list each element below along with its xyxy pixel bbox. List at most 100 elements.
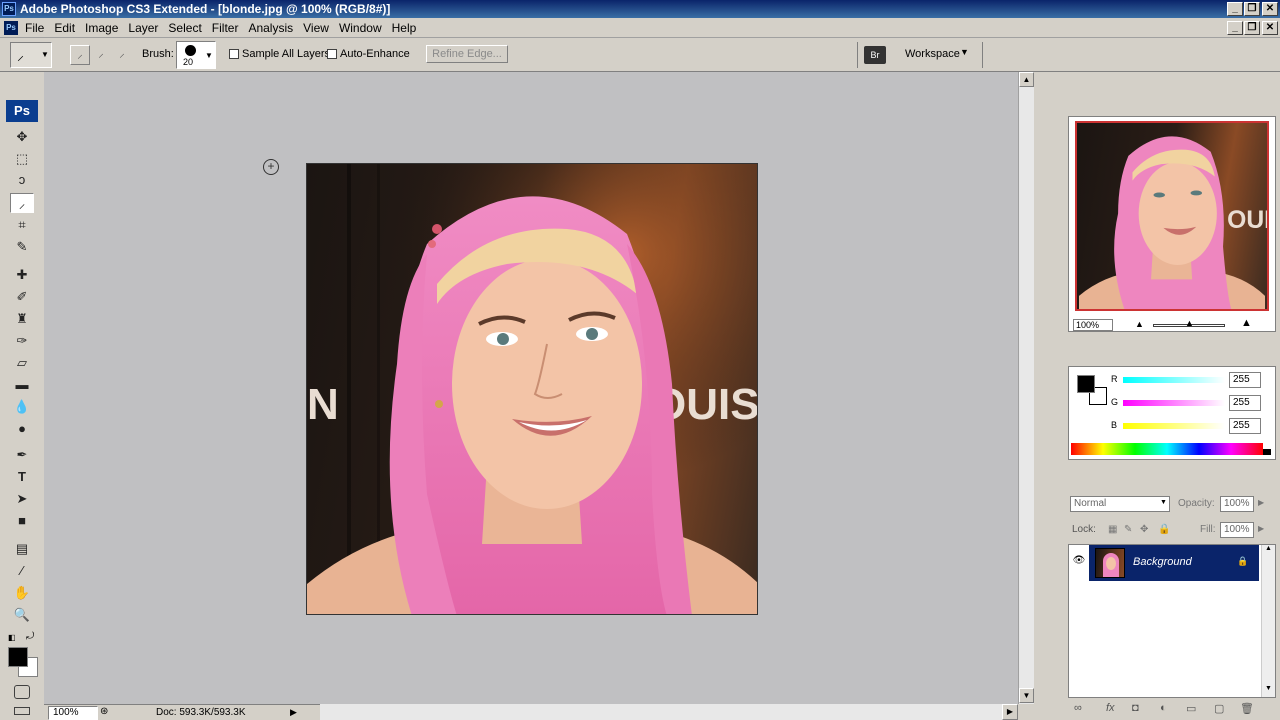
tool-preset-picker[interactable]: ⸝ ▼ — [10, 42, 52, 68]
zoom-slider-handle[interactable]: ▲ — [1185, 318, 1194, 328]
blur-tool-icon[interactable]: 💧 — [10, 397, 34, 417]
fill-arrow-icon[interactable]: ▶ — [1258, 524, 1264, 533]
foreground-color-swatch[interactable] — [8, 647, 28, 667]
layers-scrollbar[interactable]: ▲ ▼ — [1261, 545, 1275, 697]
bw-ramp[interactable] — [1263, 443, 1271, 455]
workspace-button[interactable]: Workspace — [905, 48, 960, 60]
document-image[interactable]: N OUIS — [306, 163, 758, 615]
quick-mask-icon[interactable] — [14, 685, 30, 699]
minimize-icon[interactable]: _ — [1227, 2, 1243, 16]
sample-all-layers-checkbox[interactable] — [229, 49, 239, 59]
options-divider — [982, 42, 983, 68]
slice-tool-icon[interactable]: ✎ — [10, 237, 34, 257]
crop-tool-icon[interactable]: ⌗ — [10, 215, 34, 235]
layer-row-background[interactable]: Background 🔒 — [1089, 545, 1259, 581]
r-slider[interactable] — [1123, 377, 1225, 383]
status-arrow-icon[interactable]: ▶ — [290, 707, 297, 718]
layer-style-icon[interactable]: fx — [1106, 702, 1115, 714]
subtract-from-selection-icon[interactable]: ⸝ — [112, 45, 132, 65]
path-selection-icon[interactable]: ➤ — [10, 489, 34, 509]
lock-position-icon[interactable]: ✥ — [1140, 524, 1148, 535]
eraser-tool-icon[interactable]: ▱ — [10, 353, 34, 373]
menu-window[interactable]: Window — [334, 18, 387, 38]
horizontal-scrollbar[interactable]: ▶ — [320, 704, 1018, 720]
history-brush-icon[interactable]: ✑ — [10, 331, 34, 351]
lock-transparency-icon[interactable]: ▦ — [1108, 524, 1117, 535]
pen-tool-icon[interactable]: ✒ — [10, 445, 34, 465]
eye-icon[interactable]: 👁 — [1071, 555, 1087, 569]
marquee-tool-icon[interactable]: ⬚ — [10, 149, 34, 169]
scroll-right-icon[interactable]: ▶ — [1002, 704, 1018, 720]
menu-filter[interactable]: Filter — [207, 18, 244, 38]
healing-brush-icon[interactable]: ✚ — [10, 265, 34, 285]
scroll-down-icon[interactable]: ▼ — [1019, 688, 1034, 703]
swap-colors-icon[interactable]: ⤾ — [26, 631, 34, 642]
type-tool-icon[interactable]: T — [10, 467, 34, 487]
move-tool-icon[interactable]: ✥ — [10, 127, 34, 147]
maximize-icon[interactable]: ❐ — [1244, 2, 1260, 16]
dodge-tool-icon[interactable]: ● — [10, 419, 34, 439]
new-selection-icon[interactable]: ⸝ — [70, 45, 90, 65]
default-colors-icon[interactable]: ◧ — [8, 633, 16, 642]
doc-restore-icon[interactable]: ❐ — [1244, 21, 1260, 35]
opacity-field[interactable]: 100% — [1220, 496, 1254, 512]
g-slider[interactable] — [1123, 400, 1225, 406]
doc-minimize-icon[interactable]: _ — [1227, 21, 1243, 35]
opacity-arrow-icon[interactable]: ▶ — [1258, 498, 1264, 507]
brush-picker[interactable]: 20 ▼ — [176, 41, 216, 69]
navigator-thumbnail[interactable]: OUI — [1075, 121, 1269, 311]
notes-tool-icon[interactable]: ▤ — [10, 539, 34, 559]
delete-layer-icon[interactable]: 🗑 — [1240, 702, 1254, 715]
zoom-tool-icon[interactable]: 🔍 — [10, 605, 34, 625]
gradient-tool-icon[interactable]: ▬ — [10, 375, 34, 395]
navigator-zoom[interactable]: 100% — [1073, 319, 1113, 331]
bridge-icon[interactable]: Br — [864, 46, 886, 64]
vertical-scrollbar[interactable]: ▲ ▼ — [1018, 72, 1034, 704]
r-value[interactable]: 255 — [1229, 372, 1261, 388]
lasso-tool-icon[interactable]: ↄ — [10, 170, 34, 190]
menu-file[interactable]: File — [20, 18, 49, 38]
scroll-down-icon[interactable]: ▼ — [1265, 685, 1272, 692]
menu-view[interactable]: View — [298, 18, 334, 38]
new-group-icon[interactable]: ▭ — [1186, 702, 1196, 715]
photoshop-app-icon[interactable]: Ps — [2, 2, 16, 16]
zoom-field[interactable]: 100% — [48, 706, 98, 720]
new-layer-icon[interactable]: ▢ — [1214, 702, 1224, 715]
menu-layer[interactable]: Layer — [123, 18, 163, 38]
menu-image[interactable]: Image — [80, 18, 123, 38]
doc-close-icon[interactable]: ✕ — [1262, 21, 1278, 35]
menu-help[interactable]: Help — [387, 18, 422, 38]
b-slider[interactable] — [1123, 423, 1225, 429]
fill-field[interactable]: 100% — [1220, 522, 1254, 538]
adjustment-layer-icon[interactable]: ◐ — [1160, 702, 1167, 714]
menu-analysis[interactable]: Analysis — [243, 18, 298, 38]
quick-selection-tool-icon[interactable]: ⸝ — [10, 193, 34, 213]
lock-all-icon[interactable]: 🔒 — [1158, 524, 1170, 535]
add-to-selection-icon[interactable]: ⸝ — [91, 45, 111, 65]
add-mask-icon[interactable]: ◘ — [1132, 702, 1139, 714]
clone-stamp-icon[interactable]: ♜ — [10, 309, 34, 329]
zoom-out-icon[interactable]: ▲ — [1135, 319, 1144, 329]
close-icon[interactable]: ✕ — [1262, 2, 1278, 16]
b-value[interactable]: 255 — [1229, 418, 1261, 434]
brush-tool-icon[interactable]: ✐ — [10, 287, 34, 307]
foreground-swatch[interactable] — [1077, 375, 1095, 393]
screen-mode-icon[interactable] — [14, 707, 30, 715]
refine-edge-button[interactable]: Refine Edge... — [426, 45, 508, 63]
status-menu-icon[interactable]: ⊛ — [100, 706, 108, 717]
lock-image-icon[interactable]: ✎ — [1124, 524, 1132, 535]
scroll-up-icon[interactable]: ▲ — [1265, 545, 1272, 552]
zoom-in-icon[interactable]: ▲ — [1241, 317, 1252, 329]
scroll-up-icon[interactable]: ▲ — [1019, 72, 1034, 87]
document-icon[interactable]: Ps — [4, 21, 18, 35]
color-ramp[interactable] — [1071, 443, 1263, 455]
blend-mode-select[interactable]: Normal — [1070, 496, 1170, 512]
menu-edit[interactable]: Edit — [49, 18, 80, 38]
link-layers-icon[interactable]: ∞ — [1074, 702, 1082, 714]
shape-tool-icon[interactable]: ■ — [10, 511, 34, 531]
auto-enhance-checkbox[interactable] — [327, 49, 337, 59]
g-value[interactable]: 255 — [1229, 395, 1261, 411]
eyedropper-tool-icon[interactable]: ⁄ — [10, 561, 34, 581]
menu-select[interactable]: Select — [163, 18, 206, 38]
hand-tool-icon[interactable]: ✋ — [10, 583, 34, 603]
